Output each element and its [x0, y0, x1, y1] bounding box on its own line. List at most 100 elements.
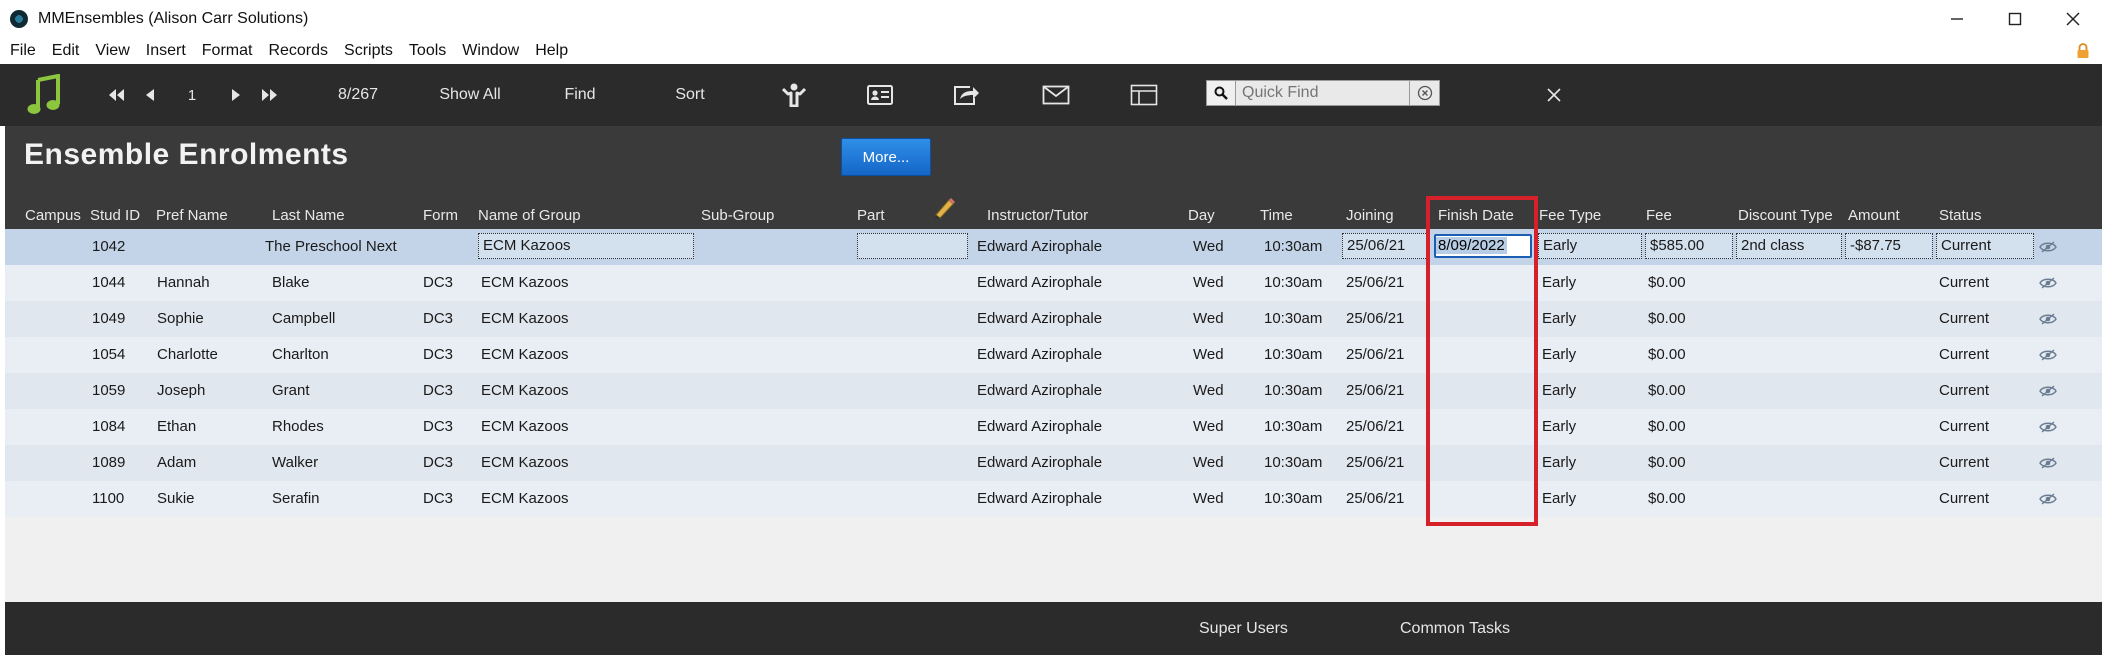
col-pref-name[interactable]: Pref Name: [156, 207, 228, 224]
cell-pref-name[interactable]: Adam: [157, 445, 196, 481]
show-all-button[interactable]: Show All: [430, 64, 510, 126]
cell-group[interactable]: ECM Kazoos: [481, 301, 569, 337]
cell-instructor[interactable]: Edward Azirophale: [977, 229, 1102, 265]
cell-day[interactable]: Wed: [1193, 373, 1224, 409]
cell-last-name[interactable]: The Preschool Next: [265, 229, 397, 265]
maximize-button[interactable]: [1986, 0, 2044, 38]
cell-time[interactable]: 10:30am: [1264, 409, 1322, 445]
cell-last-name[interactable]: Charlton: [272, 337, 329, 373]
cell-time[interactable]: 10:30am: [1264, 229, 1322, 265]
cell-fee-type[interactable]: Early: [1542, 265, 1576, 301]
close-toolbar-button[interactable]: [1542, 64, 1566, 126]
status-field[interactable]: Current: [1936, 233, 2034, 259]
layout-view-button[interactable]: [1126, 64, 1162, 126]
cell-form[interactable]: DC3: [423, 265, 453, 301]
hide-eye-icon[interactable]: [2039, 276, 2057, 290]
cell-status[interactable]: Current: [1939, 373, 1989, 409]
cell-time[interactable]: 10:30am: [1264, 481, 1322, 517]
cell-instructor[interactable]: Edward Azirophale: [977, 337, 1102, 373]
cell-day[interactable]: Wed: [1193, 481, 1224, 517]
part-field[interactable]: [857, 233, 968, 259]
next-record-button[interactable]: [226, 64, 246, 126]
cell-pref-name[interactable]: Sukie: [157, 481, 195, 517]
table-row[interactable]: 1084 Ethan Rhodes DC3 ECM Kazoos Edward …: [5, 409, 2102, 445]
cell-joining[interactable]: 25/06/21: [1346, 301, 1404, 337]
cell-pref-name[interactable]: Hannah: [157, 265, 210, 301]
cell-group[interactable]: ECM Kazoos: [481, 337, 569, 373]
cell-fee[interactable]: $0.00: [1648, 301, 1686, 337]
cell-last-name[interactable]: Campbell: [272, 301, 335, 337]
hide-eye-icon[interactable]: [2039, 420, 2057, 434]
cell-group[interactable]: ECM Kazoos: [481, 373, 569, 409]
cell-fee[interactable]: $0.00: [1648, 409, 1686, 445]
cell-day[interactable]: Wed: [1193, 445, 1224, 481]
fee-type-field[interactable]: Early: [1538, 233, 1642, 259]
cell-joining[interactable]: 25/06/21: [1346, 337, 1404, 373]
table-row[interactable]: 1059 Joseph Grant DC3 ECM Kazoos Edward …: [5, 373, 2102, 409]
cell-time[interactable]: 10:30am: [1264, 301, 1322, 337]
menu-view[interactable]: View: [87, 42, 137, 60]
menu-help[interactable]: Help: [527, 42, 576, 60]
group-field[interactable]: ECM Kazoos: [478, 233, 694, 259]
hide-eye-icon[interactable]: [2039, 240, 2057, 254]
cell-pref-name[interactable]: Joseph: [157, 373, 205, 409]
cell-form[interactable]: DC3: [423, 301, 453, 337]
col-time[interactable]: Time: [1260, 207, 1293, 224]
cell-status[interactable]: Current: [1939, 265, 1989, 301]
col-joining[interactable]: Joining: [1346, 207, 1394, 224]
cell-status[interactable]: Current: [1939, 445, 1989, 481]
menu-insert[interactable]: Insert: [138, 42, 194, 60]
export-button[interactable]: [948, 64, 984, 126]
first-record-button[interactable]: [104, 64, 128, 126]
col-form[interactable]: Form: [423, 207, 458, 224]
cell-fee-type[interactable]: Early: [1542, 373, 1576, 409]
menu-edit[interactable]: Edit: [44, 42, 88, 60]
cell-form[interactable]: DC3: [423, 373, 453, 409]
cell-joining[interactable]: 25/06/21: [1346, 373, 1404, 409]
col-day[interactable]: Day: [1188, 207, 1215, 224]
cell-last-name[interactable]: Serafin: [272, 481, 320, 517]
cell-instructor[interactable]: Edward Azirophale: [977, 373, 1102, 409]
cell-time[interactable]: 10:30am: [1264, 373, 1322, 409]
cell-status[interactable]: Current: [1939, 481, 1989, 517]
cell-joining[interactable]: 25/06/21: [1346, 481, 1404, 517]
cell-instructor[interactable]: Edward Azirophale: [977, 301, 1102, 337]
cell-time[interactable]: 10:30am: [1264, 265, 1322, 301]
hide-eye-icon[interactable]: [2039, 492, 2057, 506]
cell-status[interactable]: Current: [1939, 301, 1989, 337]
col-fee[interactable]: Fee: [1646, 207, 1672, 224]
cell-last-name[interactable]: Blake: [272, 265, 310, 301]
cell-form[interactable]: DC3: [423, 337, 453, 373]
cell-joining[interactable]: 25/06/21: [1346, 409, 1404, 445]
cell-group[interactable]: ECM Kazoos: [481, 265, 569, 301]
cell-fee-type[interactable]: Early: [1542, 301, 1576, 337]
cell-fee[interactable]: $0.00: [1648, 337, 1686, 373]
find-button[interactable]: Find: [550, 64, 610, 126]
menu-window[interactable]: Window: [454, 42, 527, 60]
fee-field[interactable]: $585.00: [1645, 233, 1733, 259]
sort-button[interactable]: Sort: [660, 64, 720, 126]
col-discount-type[interactable]: Discount Type: [1738, 207, 1833, 224]
menu-records[interactable]: Records: [260, 42, 336, 60]
col-stud-id[interactable]: Stud ID: [90, 207, 140, 224]
cell-day[interactable]: Wed: [1193, 301, 1224, 337]
amount-field[interactable]: -$87.75: [1845, 233, 1933, 259]
table-row[interactable]: 1089 Adam Walker DC3 ECM Kazoos Edward A…: [5, 445, 2102, 481]
joining-field[interactable]: 25/06/21: [1342, 233, 1428, 259]
col-campus[interactable]: Campus: [25, 207, 81, 224]
email-button[interactable]: [1038, 64, 1074, 126]
cell-fee[interactable]: $0.00: [1648, 445, 1686, 481]
cell-fee-type[interactable]: Early: [1542, 481, 1576, 517]
quick-find-clear-button[interactable]: [1410, 80, 1440, 106]
minimize-button[interactable]: [1928, 0, 1986, 38]
cell-pref-name[interactable]: Charlotte: [157, 337, 218, 373]
cell-group[interactable]: ECM Kazoos: [481, 481, 569, 517]
cell-instructor[interactable]: Edward Azirophale: [977, 481, 1102, 517]
menu-tools[interactable]: Tools: [401, 42, 454, 60]
col-sub-group[interactable]: Sub-Group: [701, 207, 774, 224]
cell-pref-name[interactable]: Ethan: [157, 409, 196, 445]
super-users-tab[interactable]: Super Users: [1199, 620, 1288, 638]
col-amount[interactable]: Amount: [1848, 207, 1900, 224]
table-row[interactable]: 1054 Charlotte Charlton DC3 ECM Kazoos E…: [5, 337, 2102, 373]
cell-fee[interactable]: $0.00: [1648, 481, 1686, 517]
